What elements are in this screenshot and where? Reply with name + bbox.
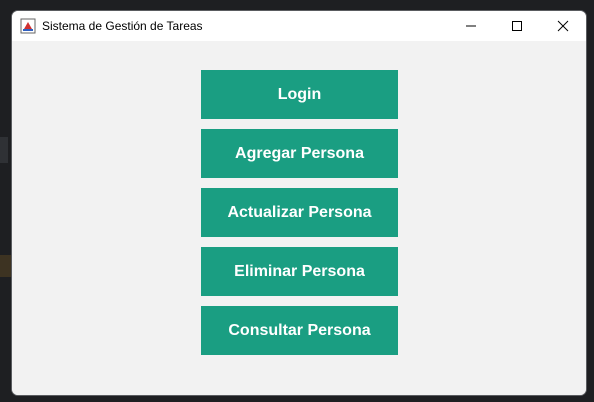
maximize-button[interactable]: [494, 11, 540, 41]
window-title: Sistema de Gestión de Tareas: [42, 19, 203, 33]
minimize-icon: [466, 25, 476, 27]
maximize-icon: [512, 21, 522, 31]
close-icon: [557, 20, 569, 32]
update-person-button[interactable]: Actualizar Persona: [201, 188, 398, 237]
add-person-button[interactable]: Agregar Persona: [201, 129, 398, 178]
ide-gutter: [0, 0, 12, 402]
delete-person-button[interactable]: Eliminar Persona: [201, 247, 398, 296]
app-window: Sistema de Gestión de Tareas Login Agreg…: [12, 11, 586, 395]
ide-gutter-marker: [0, 137, 8, 163]
main-panel: Login Agregar Persona Actualizar Persona…: [12, 41, 586, 395]
java-app-icon: [20, 18, 36, 34]
ide-gutter-highlight: [0, 255, 12, 277]
title-bar[interactable]: Sistema de Gestión de Tareas: [12, 11, 586, 41]
minimize-button[interactable]: [448, 11, 494, 41]
close-button[interactable]: [540, 11, 586, 41]
login-button[interactable]: Login: [201, 70, 398, 119]
query-person-button[interactable]: Consultar Persona: [201, 306, 398, 355]
